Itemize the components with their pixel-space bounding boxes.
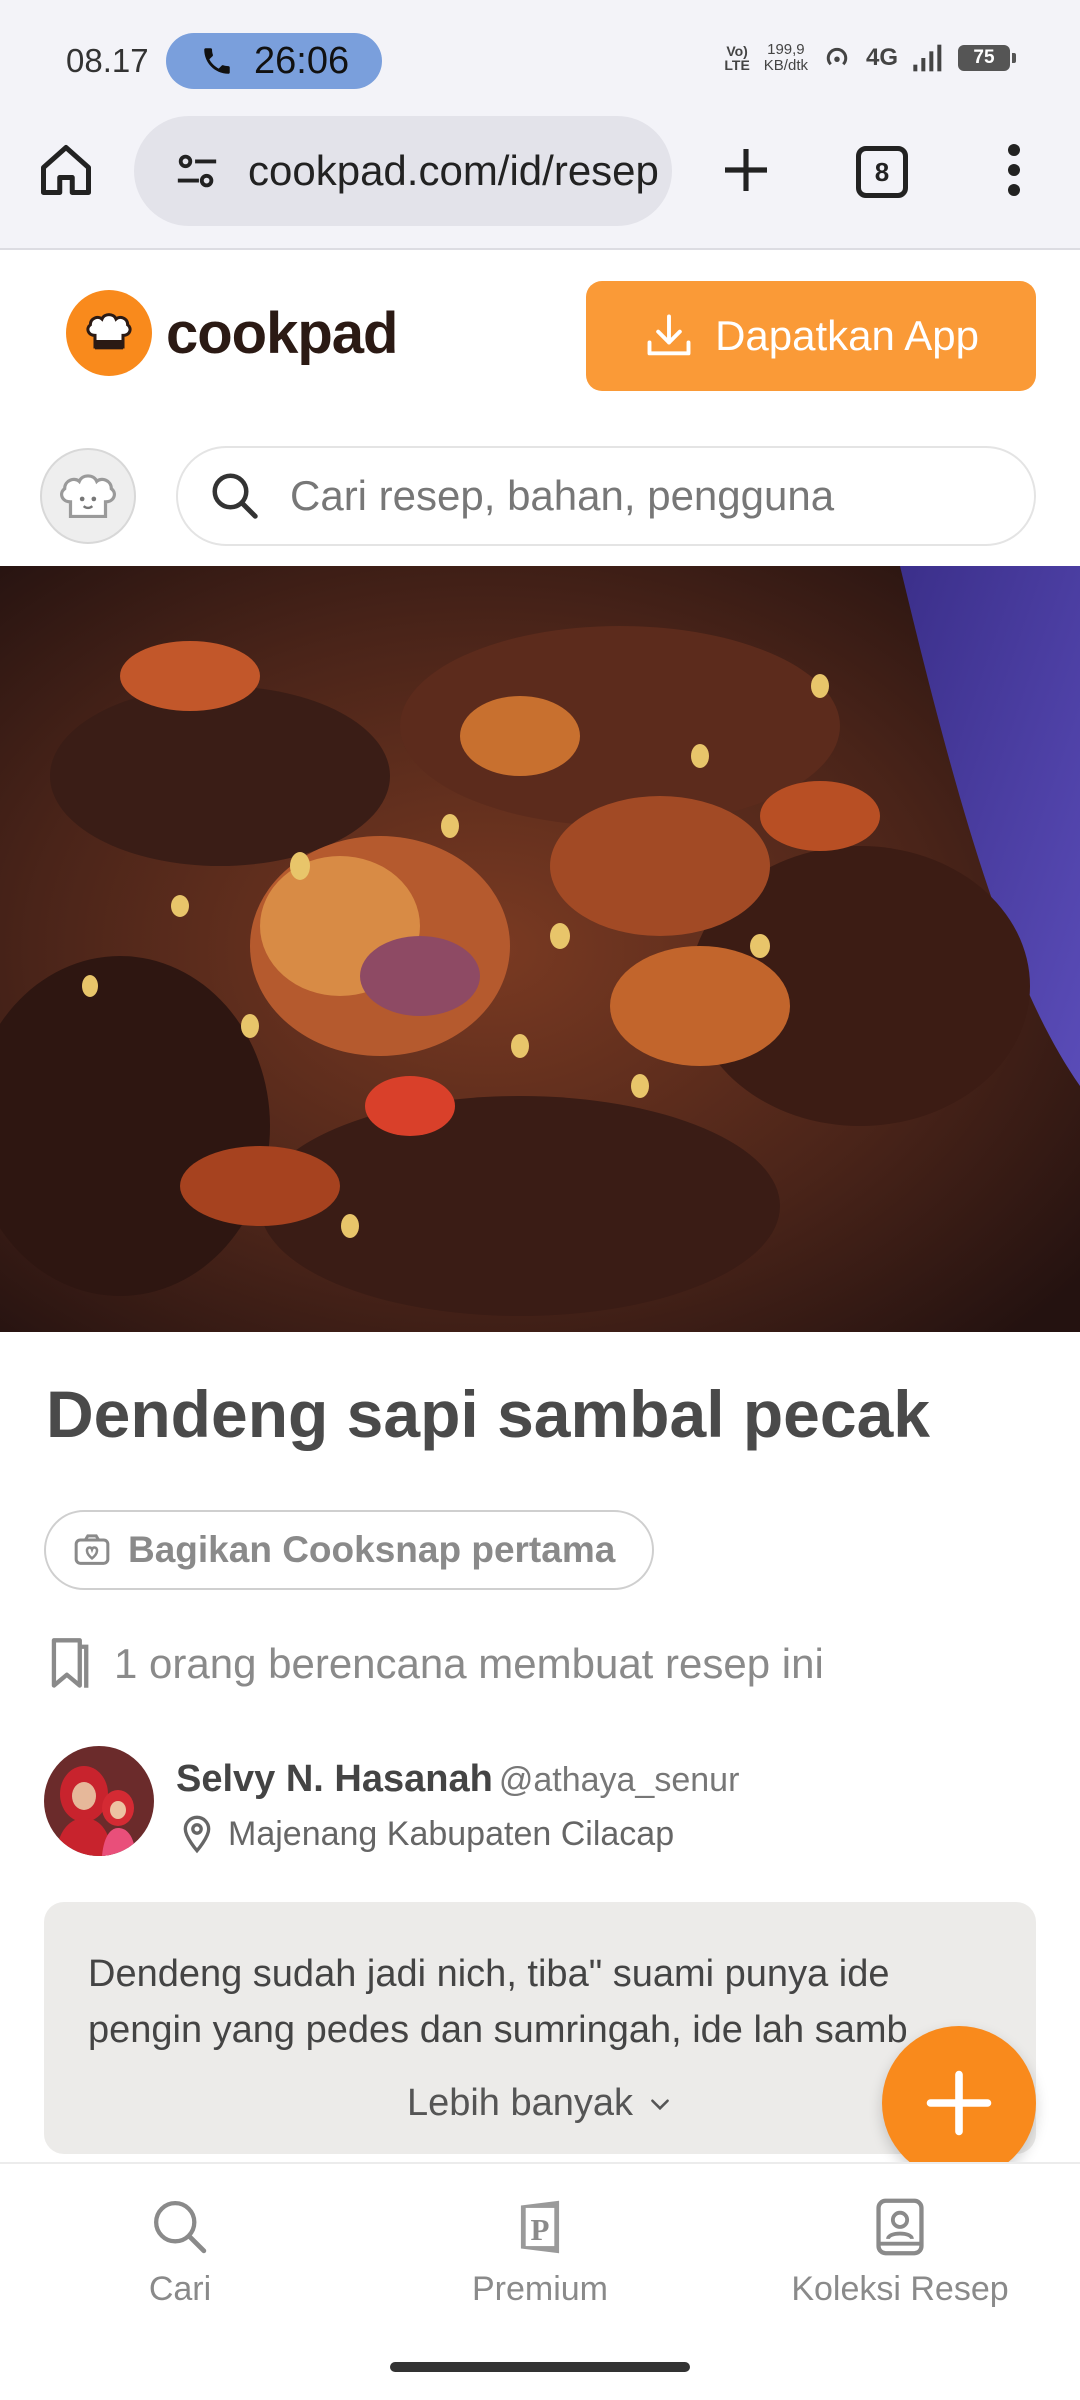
location-pin-icon	[183, 1815, 211, 1854]
chef-hat-icon	[60, 474, 116, 519]
premium-icon: P	[520, 2200, 560, 2254]
recipe-photo[interactable]	[0, 566, 1080, 1332]
gesture-home-indicator[interactable]	[390, 2362, 690, 2372]
bookmark-icon	[51, 1638, 89, 1688]
logo-wordmark: cookpad	[166, 300, 398, 366]
recipe-description: Dendeng sudah jadi nich, tiba" suami pun…	[88, 1953, 908, 2051]
svg-text:P: P	[531, 2212, 550, 2247]
author-location: Majenang Kabupaten Cilacap	[180, 1814, 674, 1854]
more-menu-icon[interactable]	[996, 140, 1032, 200]
nav-label-collection: Koleksi Resep	[791, 2270, 1009, 2308]
add-floating-button[interactable]	[882, 2026, 1036, 2180]
browser-toolbar: cookpad.com/id/resep 8	[0, 110, 1080, 250]
status-time: 08.17	[66, 42, 149, 79]
cookpad-logo[interactable]: cookpad	[66, 290, 398, 376]
call-timer: 26:06	[254, 39, 350, 82]
hotspot-icon	[826, 47, 848, 66]
status-bar: 08.17 26:06 Vo) LTE 199,9 KB/dtk 4G 75	[0, 0, 1080, 110]
volte-indicator: Vo) LTE	[724, 43, 750, 73]
author-avatar[interactable]	[44, 1746, 154, 1856]
author-avatar-image	[44, 1746, 154, 1856]
tab-count: 8	[874, 156, 890, 187]
new-tab-icon[interactable]	[718, 142, 774, 198]
chevron-down-icon	[651, 2098, 669, 2110]
camera-heart-icon	[74, 1534, 110, 1565]
speed-unit: KB/dtk	[763, 57, 808, 74]
recipe-photo-image	[0, 566, 1080, 1332]
plus-icon	[926, 2070, 992, 2136]
show-more-label: Lebih banyak	[406, 2082, 634, 2124]
author-handle[interactable]: @athaya_senur	[499, 1761, 740, 1799]
status-icons: Vo) LTE 199,9 KB/dtk 4G 75	[724, 42, 1016, 74]
network-type: 4G	[865, 44, 898, 71]
nav-label-search: Cari	[148, 2270, 212, 2308]
nav-item-search[interactable]: Cari	[50, 2196, 310, 2309]
download-icon	[647, 314, 691, 356]
collection-icon	[876, 2198, 924, 2256]
nav-item-collection[interactable]: Koleksi Resep	[770, 2196, 1030, 2309]
plan-text: 1 orang berencana membuat resep ini	[114, 1640, 824, 1687]
get-app-button[interactable]: Dapatkan App	[586, 281, 1036, 391]
search-icon	[212, 473, 258, 519]
cooksnap-label: Bagikan Cooksnap pertama	[128, 1529, 616, 1570]
network-speed: 199,9 KB/dtk	[764, 42, 808, 74]
ongoing-call-pill[interactable]: 26:06	[166, 33, 382, 89]
search-input[interactable]	[290, 472, 990, 520]
phone-icon	[204, 48, 230, 74]
author-location-text: Majenang Kabupaten Cilacap	[228, 1814, 675, 1853]
home-icon[interactable]	[36, 140, 96, 200]
site-settings-icon[interactable]	[174, 148, 220, 194]
nav-label-premium: Premium	[471, 2270, 609, 2308]
recipe-title: Dendeng sapi sambal pecak	[46, 1377, 931, 1451]
tab-switcher-button[interactable]: 8	[856, 146, 908, 198]
author-info[interactable]: Selvy N. Hasanah @athaya_senur	[176, 1758, 739, 1801]
search-bar[interactable]	[176, 446, 1036, 546]
author-name[interactable]: Selvy N. Hasanah	[176, 1758, 493, 1800]
chef-hat-logo-icon	[66, 290, 152, 376]
address-bar[interactable]: cookpad.com/id/resep	[134, 116, 672, 226]
search-icon	[154, 2201, 207, 2254]
battery-icon: 75	[958, 45, 1016, 71]
plan-count: 1 orang berencana membuat resep ini	[46, 1636, 824, 1692]
get-app-label: Dapatkan App	[715, 312, 979, 359]
share-cooksnap-button[interactable]: Bagikan Cooksnap pertama	[44, 1510, 654, 1590]
nav-item-premium[interactable]: P Premium	[410, 2196, 670, 2309]
user-avatar[interactable]	[40, 448, 136, 544]
battery-level: 75	[973, 47, 995, 68]
signal-icon	[913, 44, 942, 72]
url-text: cookpad.com/id/resep	[248, 147, 659, 194]
speed-value: 199,9	[767, 41, 805, 58]
